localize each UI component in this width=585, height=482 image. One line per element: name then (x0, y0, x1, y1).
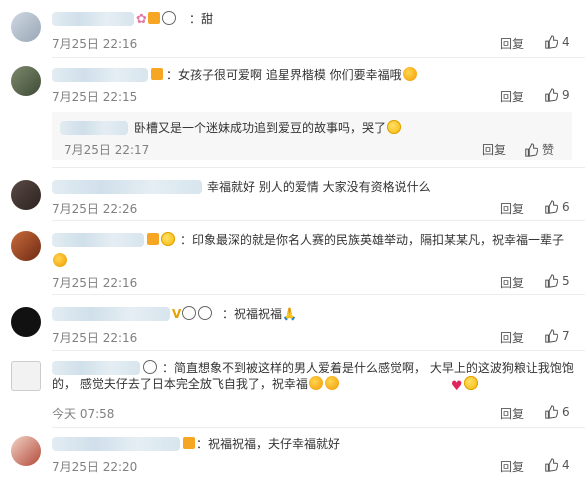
like-count: 6 (562, 200, 570, 214)
thumbs-up-icon (545, 35, 558, 49)
thumbs-up-icon (545, 88, 558, 102)
comment-text: ：甜 (189, 12, 214, 26)
username-blurred[interactable] (52, 12, 134, 26)
like-count: 4 (562, 458, 570, 472)
comment-3: 幸福就好 别人的爱情 大家没有资格说什么 7月25日 22:26 回复 6 (0, 168, 585, 220)
comment-emojis (146, 232, 176, 248)
like-count: 7 (562, 329, 570, 343)
sub-reply: 卧槽又是一个迷妹成功追到爱豆的故事吗，哭了 7月25日 22:17 回复 赞 (52, 112, 572, 160)
clock-emoji (182, 306, 197, 320)
reply-button[interactable]: 回复 (500, 35, 524, 52)
comment-time: 今天 07:58 (52, 407, 115, 421)
comment-1: ✿ ：甜 7月25日 22:16 回复 4 (0, 0, 585, 58)
comment-time: 7月25日 22:15 (52, 90, 138, 104)
avatar[interactable] (11, 180, 41, 210)
heart-emoji: ♥ (450, 379, 463, 394)
username-blurred[interactable] (52, 68, 148, 82)
pray-emoji: 🙏 (282, 307, 297, 321)
avatar[interactable] (11, 12, 41, 42)
smile-emoji (464, 376, 479, 390)
avatar[interactable] (11, 231, 41, 261)
sub-reply-time: 7月25日 22:17 (64, 143, 150, 157)
panda-emoji (161, 11, 176, 25)
comment-text: ：女孩子很可爱啊 追星界楷模 你们要幸福哦 (166, 67, 418, 83)
like-button[interactable]: 6 (544, 405, 570, 419)
comment-text: ：祝福祝福，夫仔幸福就好 (196, 437, 341, 451)
username-blurred[interactable] (52, 233, 144, 247)
crying-emoji (387, 120, 402, 134)
comment-text: ：简直想象不到被这样的男人爱着是什么感觉啊， 大早上的这波狗粮让我饱饱的， 感觉… (52, 361, 574, 394)
like-button[interactable]: 4 (544, 35, 570, 49)
thumbs-up-icon (545, 274, 558, 288)
member-badge-icon (147, 12, 160, 24)
comment-emojis (182, 436, 196, 452)
username-blurred[interactable] (52, 180, 202, 194)
reply-button[interactable]: 回复 (500, 329, 524, 346)
avatar[interactable] (11, 307, 41, 337)
username-blurred[interactable] (52, 307, 170, 321)
like-count: 4 (562, 35, 570, 49)
panda-emoji (198, 306, 213, 320)
comment-emojis: V (172, 306, 213, 322)
laugh-emoji (53, 253, 67, 267)
comment-time: 7月25日 22:26 (52, 202, 138, 216)
comment-5: V ：祝福祝福🙏 7月25日 22:16 回复 7 (0, 295, 585, 349)
comment-emojis (150, 67, 164, 83)
comment-emojis: ✿ (136, 11, 177, 28)
reply-button[interactable]: 回复 (500, 88, 524, 105)
like-button[interactable]: 7 (544, 329, 570, 343)
bow-icon: ✿ (136, 12, 147, 27)
like-count: 5 (562, 274, 570, 288)
sub-reply-text: 卧槽又是一个迷妹成功追到爱豆的故事吗，哭了 (134, 120, 402, 136)
thumbs-up-icon (525, 142, 538, 157)
thumbs-up-icon (545, 458, 558, 472)
thumbs-up-icon (545, 200, 558, 214)
thumbs-up-icon (545, 405, 558, 419)
avatar[interactable] (11, 66, 41, 96)
comment-emojis (52, 253, 68, 269)
thumbs-up-icon (545, 329, 558, 343)
comment-2: ：女孩子很可爱啊 追星界楷模 你们要幸福哦 7月25日 22:15 回复 9 卧… (0, 58, 585, 166)
comment-6: ：简直想象不到被这样的男人爱着是什么感觉啊， 大早上的这波狗粮让我饱饱的， 感觉… (0, 351, 585, 427)
avatar[interactable] (11, 436, 41, 466)
kiss-emoji (308, 376, 323, 390)
comment-text: 幸福就好 别人的爱情 大家没有资格说什么 (207, 180, 431, 194)
comment-time: 7月25日 22:16 (52, 37, 138, 51)
reply-button[interactable]: 回复 (500, 405, 524, 422)
kiss-emoji (402, 67, 417, 81)
username-blurred[interactable] (52, 437, 180, 451)
comment-text: ：祝福祝福🙏 (222, 307, 297, 321)
comment-time: 7月25日 22:16 (52, 276, 138, 290)
comment-time: 7月25日 22:20 (52, 460, 138, 474)
reply-button[interactable]: 回复 (482, 141, 506, 158)
like-count: 6 (562, 405, 570, 419)
comment-time: 7月25日 22:16 (52, 331, 138, 345)
like-button[interactable]: 4 (544, 458, 570, 472)
v-badge-icon: V (172, 307, 182, 321)
reply-button[interactable]: 回复 (500, 200, 524, 217)
reply-button[interactable]: 回复 (500, 458, 524, 475)
username-blurred[interactable] (60, 121, 128, 135)
like-count: 9 (562, 88, 570, 102)
like-button[interactable]: 赞 (524, 141, 554, 158)
reply-button[interactable]: 回复 (500, 274, 524, 291)
like-button[interactable]: 5 (544, 274, 570, 288)
avatar[interactable] (11, 361, 41, 391)
like-button[interactable]: 9 (544, 88, 570, 102)
comment-text: ：印象最深的就是你名人赛的民族英雄举动，隔扣某某凡，祝幸福一辈子 (180, 233, 565, 247)
member-badge-icon (151, 68, 163, 80)
member-badge-icon (147, 233, 159, 245)
like-button[interactable]: 6 (544, 200, 570, 214)
smile-emoji (161, 232, 175, 246)
comment-4: ：印象最深的就是你名人赛的民族英雄举动，隔扣某某凡，祝幸福一辈子 7月25日 2… (0, 221, 585, 293)
comment-7: ：祝福祝福，夫仔幸福就好 7月25日 22:20 回复 4 (0, 428, 585, 482)
like-label: 赞 (542, 143, 555, 157)
member-badge-icon (183, 437, 195, 449)
kiss-emoji (324, 376, 339, 390)
